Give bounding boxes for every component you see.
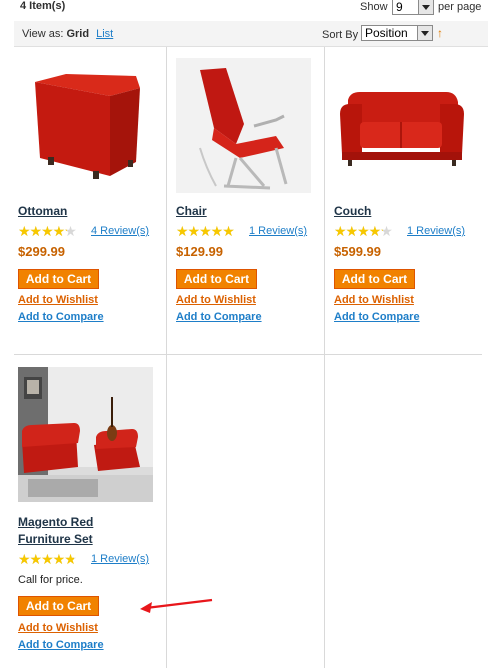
add-to-cart-button[interactable]: Add to Cart xyxy=(176,269,257,289)
stars-fill: ★★★★★ xyxy=(334,224,383,238)
grid-divider xyxy=(324,47,325,668)
reviews-link[interactable]: 1 Review(s) xyxy=(91,553,149,565)
star-rating: ★★★★★★★★★★ xyxy=(18,551,77,567)
add-to-compare-link[interactable]: Add to Compare xyxy=(176,310,316,324)
couch-image xyxy=(334,58,469,193)
reviews-link[interactable]: 1 Review(s) xyxy=(249,225,307,237)
product-item: Chair ★★★★★ ★★★★★ 1 Review(s) $129.99 Add… xyxy=(176,58,316,324)
stars-fill: ★★★★★ xyxy=(176,224,235,238)
chevron-down-icon[interactable] xyxy=(418,0,433,14)
rating-summary: ★★★★★★★★★★ 1 Review(s) xyxy=(176,224,316,238)
add-to-cart-button[interactable]: Add to Cart xyxy=(334,269,415,289)
add-to-wishlist-link[interactable]: Add to Wishlist xyxy=(334,293,474,307)
product-price: $599.99 xyxy=(334,244,381,259)
star-rating: ★★★★★★★★★★ xyxy=(176,224,246,238)
product-price: $299.99 xyxy=(18,244,65,259)
per-page-label: per page xyxy=(438,1,482,13)
view-list-link[interactable]: List xyxy=(96,28,113,40)
view-grid-current: Grid xyxy=(66,28,90,40)
add-to-wishlist-link[interactable]: Add to Wishlist xyxy=(18,293,158,307)
product-name-link[interactable]: Couch xyxy=(334,203,474,220)
sort-direction-up-arrow-icon[interactable]: ↑ xyxy=(437,26,443,40)
chevron-down-icon[interactable] xyxy=(417,26,432,40)
sort-by-label: Sort By xyxy=(322,29,359,41)
limit-select[interactable]: 9 xyxy=(392,0,434,15)
annotation-arrow-icon xyxy=(140,598,213,613)
limit-select-value: 9 xyxy=(396,0,403,14)
chair-image xyxy=(176,58,311,193)
furniture-set-image xyxy=(18,367,153,502)
stars-fill: ★★★★★ xyxy=(18,552,74,566)
pager-bar: 4 Item(s) Show 9 per page xyxy=(0,0,504,17)
rating-summary: ★★★★★★★★★★ 1 Review(s) xyxy=(18,552,158,566)
reviews-link[interactable]: 1 Review(s) xyxy=(407,225,465,237)
product-image-furniture-set[interactable] xyxy=(18,367,153,502)
view-mode: View as: Grid List xyxy=(22,28,113,40)
grid-divider xyxy=(166,47,167,668)
show-label: Show xyxy=(360,1,388,13)
stars-fill: ★★★★★ xyxy=(18,224,67,238)
item-count: 4 Item(s) xyxy=(20,0,66,12)
rating-summary: ★★★★★★★★★★ 4 Review(s) xyxy=(18,224,158,238)
product-item: Ottoman ★★★★★★★★★★ 4 Review(s) $299.99 A… xyxy=(18,58,158,324)
sort-by-select[interactable]: Position xyxy=(361,25,433,41)
add-to-compare-link[interactable]: Add to Compare xyxy=(18,310,158,324)
add-to-cart-button[interactable]: Add to Cart xyxy=(18,596,99,616)
ottoman-image xyxy=(18,58,153,193)
toolbar: View as: Grid List Sort By Position ↑ xyxy=(14,21,488,47)
product-item: Couch ★★★★★★★★★★ 1 Review(s) $599.99 Add… xyxy=(334,58,474,324)
product-price: $129.99 xyxy=(176,244,223,259)
product-image-couch[interactable] xyxy=(334,58,469,193)
sort-by-value: Position xyxy=(365,26,408,40)
add-to-cart-button[interactable]: Add to Cart xyxy=(18,269,99,289)
grid-divider xyxy=(14,354,482,355)
add-to-compare-link[interactable]: Add to Compare xyxy=(18,638,158,652)
add-to-compare-link[interactable]: Add to Compare xyxy=(334,310,474,324)
reviews-link[interactable]: 4 Review(s) xyxy=(91,225,149,237)
product-name-link[interactable]: Chair xyxy=(176,203,316,220)
star-rating: ★★★★★★★★★★ xyxy=(18,223,77,239)
product-name-link[interactable]: Ottoman xyxy=(18,203,158,220)
add-to-wishlist-link[interactable]: Add to Wishlist xyxy=(18,621,158,635)
call-for-price: Call for price. xyxy=(18,574,83,586)
view-as-label: View as: xyxy=(22,28,64,40)
product-item: Magento Red Furniture Set ★★★★★ ★★★★★ 1 R… xyxy=(18,367,158,652)
product-image-chair[interactable] xyxy=(176,58,311,193)
add-to-wishlist-link[interactable]: Add to Wishlist xyxy=(176,293,316,307)
rating-summary: ★★★★★★★★★★ 1 Review(s) xyxy=(334,224,474,238)
product-name-link[interactable]: Magento Red Furniture Set xyxy=(18,514,128,548)
product-image-ottoman[interactable] xyxy=(18,58,153,193)
star-rating: ★★★★★★★★★★ xyxy=(334,223,393,239)
